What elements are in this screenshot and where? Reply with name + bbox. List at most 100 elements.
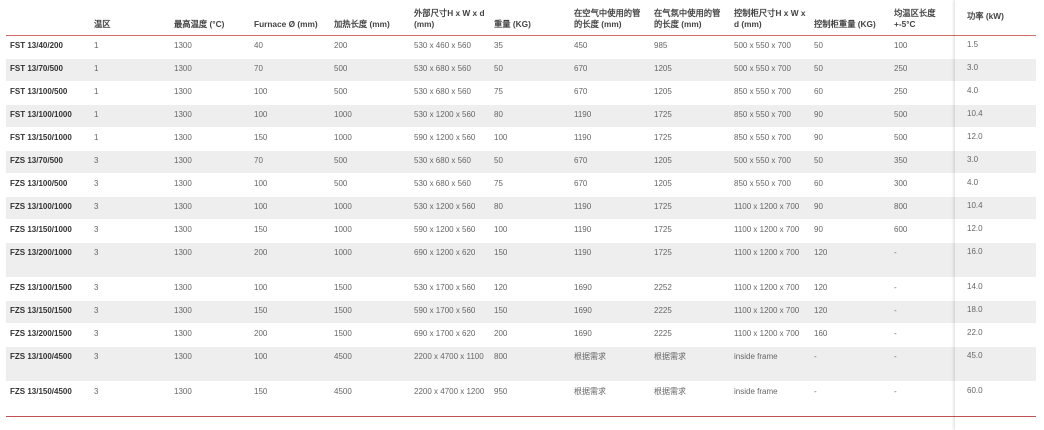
table-cell: 1300 (170, 300, 250, 324)
table-row: FZS 13/100/1000 3 1300 100 1000 530 x 1200 x … (6, 196, 955, 220)
table-cell: 150 (490, 300, 570, 324)
table-cell: 150 (490, 242, 570, 278)
table-cell: 350 (890, 150, 955, 174)
table-row: FST 13/100/1000 1 1300 100 1000 530 x 1200 x … (6, 104, 955, 128)
table-cell: 根据需求 (570, 381, 650, 417)
table-cell: 150 (250, 127, 330, 151)
power-cell: 18.0 (955, 301, 1036, 324)
table-cell: - (890, 277, 955, 301)
table-cell: 1690 (570, 300, 650, 324)
column-header: 重量 (KG) (490, 0, 570, 36)
table-cell: 500 (890, 104, 955, 128)
table-cell: 1 (90, 81, 170, 105)
table-cell: 500 x 550 x 700 (730, 58, 810, 82)
table-cell: 1100 x 1200 x 700 (730, 196, 810, 220)
table-cell: 600 (890, 219, 955, 243)
table-cell: 800 (490, 346, 570, 382)
table-cell: 120 (810, 300, 890, 324)
table-cell: 1 (90, 127, 170, 151)
table-cell: 530 x 680 x 560 (410, 173, 490, 197)
table-row: FZS 13/100/500 3 1300 100 500 530 x 680 x 560… (6, 173, 955, 197)
table-cell: 150 (250, 300, 330, 324)
table-cell: 1300 (170, 381, 250, 417)
table-cell: 1000 (330, 196, 410, 220)
table-cell: 300 (890, 173, 955, 197)
table-cell: - (810, 381, 890, 417)
right-margin (1036, 0, 1044, 430)
spec-table-container: 温区 最高温度 (°C) Furnace Ø (mm) 加热长度 (mm) 外部尺寸H … (0, 0, 1044, 430)
table-cell: 250 (890, 81, 955, 105)
model-cell: FST 13/70/500 (6, 58, 90, 82)
column-header: 控制柜重量 (KG) (810, 0, 890, 36)
table-cell: 3 (90, 150, 170, 174)
table-row: FZS 13/100/1500 3 1300 100 1500 530 x 1700 x … (6, 277, 955, 301)
table-cell: 160 (810, 323, 890, 347)
power-cell: 60.0 (955, 382, 1036, 417)
table-cell: 200 (250, 242, 330, 278)
table-cell: 4500 (330, 346, 410, 382)
table-cell: 3 (90, 219, 170, 243)
table-cell: 2200 x 4700 x 1100 (410, 346, 490, 382)
table-cell: 50 (490, 150, 570, 174)
table-cell: 200 (250, 323, 330, 347)
power-cell: 22.0 (955, 324, 1036, 347)
table-cell: 1190 (570, 242, 650, 278)
table-cell: 150 (250, 381, 330, 417)
table-cell: 120 (810, 277, 890, 301)
table-cell: 100 (250, 81, 330, 105)
table-cell: 100 (890, 35, 955, 59)
table-cell: 3 (90, 277, 170, 301)
header-row: 温区 最高温度 (°C) Furnace Ø (mm) 加热长度 (mm) 外部尺寸H … (6, 0, 955, 36)
model-cell: FZS 13/100/1000 (6, 196, 90, 220)
power-cell: 10.4 (955, 197, 1036, 220)
table-row: FZS 13/100/4500 3 1300 100 4500 2200 x 4700 x… (6, 346, 955, 382)
table-cell: 670 (570, 150, 650, 174)
table-cell: 590 x 1200 x 560 (410, 127, 490, 151)
table-cell: 75 (490, 81, 570, 105)
table-cell: 1690 (570, 277, 650, 301)
power-cell: 12.0 (955, 220, 1036, 243)
table-cell: 1300 (170, 81, 250, 105)
table-cell: 1300 (170, 104, 250, 128)
table-cell: 50 (810, 150, 890, 174)
table-cell: 530 x 680 x 560 (410, 58, 490, 82)
table-cell: 120 (810, 242, 890, 278)
table-cell: 1500 (330, 300, 410, 324)
table-row: FZS 13/70/500 3 1300 70 500 530 x 680 x 560 50… (6, 150, 955, 174)
table-row: FST 13/100/500 1 1300 100 500 530 x 680 x 560… (6, 81, 955, 105)
column-header: 控制柜尺寸H x W x d (mm) (730, 0, 810, 36)
table-cell: 1000 (330, 104, 410, 128)
table-cell: 80 (490, 196, 570, 220)
column-header (6, 0, 90, 36)
column-header: 外部尺寸H x W x d (mm) (410, 0, 490, 36)
table-cell: 590 x 1700 x 560 (410, 300, 490, 324)
table-cell: 530 x 680 x 560 (410, 81, 490, 105)
power-cell: 45.0 (955, 347, 1036, 382)
table-row: FST 13/70/500 1 1300 70 500 530 x 680 x 560 50… (6, 58, 955, 82)
table-cell: 1300 (170, 219, 250, 243)
power-cell: 3.0 (955, 59, 1036, 82)
table-cell: 950 (490, 381, 570, 417)
power-column: 功率 (kW) 1.5 3.0 4.0 10.4 12.0 3.0 4.0 10.4 12.0 1… (955, 0, 1036, 430)
table-cell: 500 (330, 150, 410, 174)
power-cell: 12.0 (955, 128, 1036, 151)
table-cell: 1500 (330, 323, 410, 347)
table-cell: 1500 (330, 277, 410, 301)
table-cell: 3 (90, 242, 170, 278)
table-cell: 90 (810, 127, 890, 151)
table-cell: 500 x 550 x 700 (730, 35, 810, 59)
table-cell: 根据需求 (650, 346, 730, 382)
table-cell: 1 (90, 58, 170, 82)
table-cell: 500 (890, 127, 955, 151)
table-cell: 1190 (570, 219, 650, 243)
table-cell: 690 x 1700 x 620 (410, 323, 490, 347)
table-cell: 1100 x 1200 x 700 (730, 300, 810, 324)
model-cell: FZS 13/100/1500 (6, 277, 90, 301)
table-cell: 3 (90, 323, 170, 347)
table-cell: 100 (490, 219, 570, 243)
table-cell: 90 (810, 196, 890, 220)
table-cell: 2200 x 4700 x 1200 (410, 381, 490, 417)
table-cell: 70 (250, 150, 330, 174)
table-cell: 1300 (170, 58, 250, 82)
table-cell: 1100 x 1200 x 700 (730, 219, 810, 243)
